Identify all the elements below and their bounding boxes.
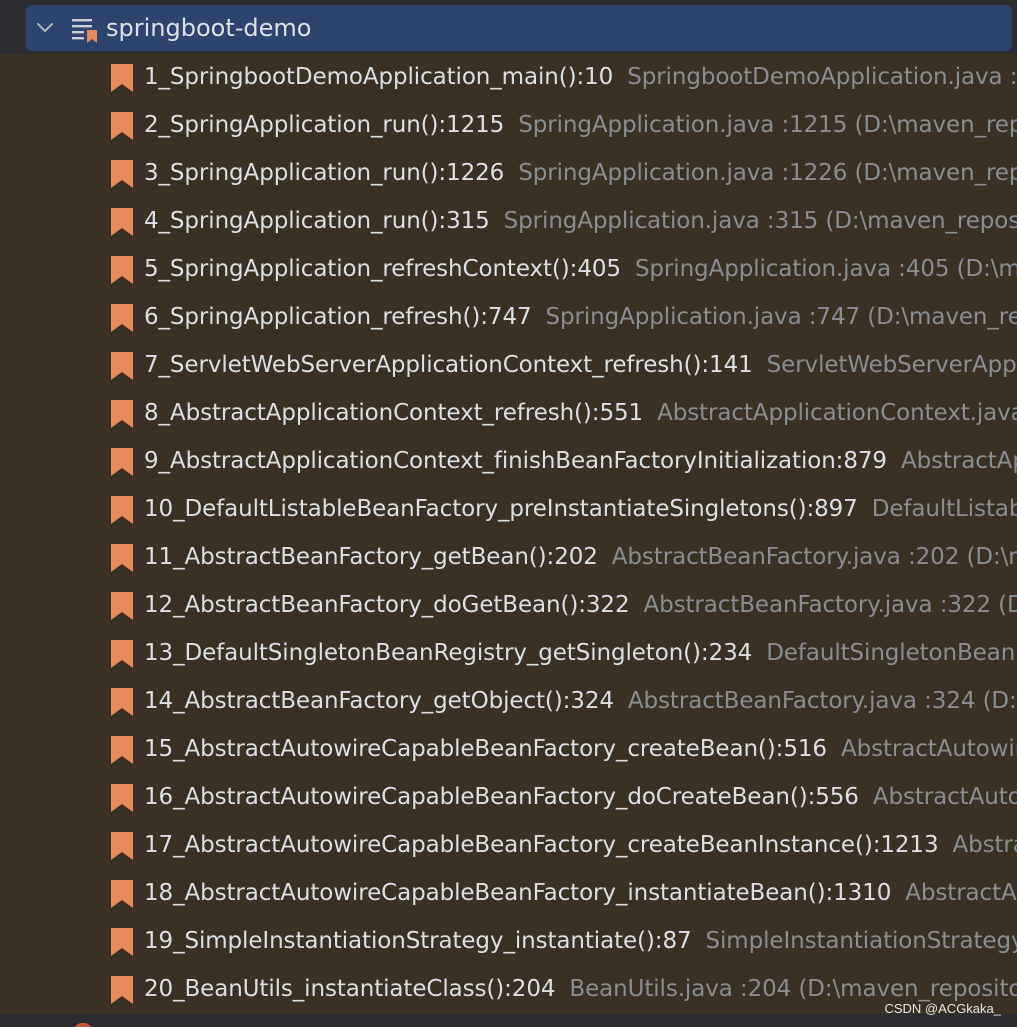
bookmark-group-header[interactable]: springboot-demo [26,5,1012,51]
bookmark-list-icon [72,19,97,43]
bookmark-icon [111,256,133,284]
bookmark-name: 15_AbstractAutowireCapableBeanFactory_cr… [144,736,827,762]
bookmark-row[interactable]: 2_SpringApplication_run():1215 SpringAppl… [0,102,1017,150]
bookmark-row[interactable]: 15_AbstractAutowireCapableBeanFactory_cr… [0,726,1017,774]
bookmark-location: SimpleInstantiationStrategy. [705,928,1017,954]
bookmark-icon [111,304,133,332]
bookmark-row[interactable]: 14_AbstractBeanFactory_getObject():324 Ab… [0,678,1017,726]
bookmark-name: 9_AbstractApplicationContext_finishBeanF… [144,448,887,474]
bookmark-name: 16_AbstractAutowireCapableBeanFactory_do… [144,784,859,810]
bookmark-name: 8_AbstractApplicationContext_refresh():5… [144,400,644,426]
bookmark-name: 7_ServletWebServerApplicationContext_ref… [144,352,753,378]
bookmark-icon [111,832,133,860]
bookmark-location: AbstractAp [900,448,1017,474]
bookmark-location: SpringApplication.java :747 (D:\maven_re [545,304,1017,330]
bookmark-location: SpringApplication.java :315 (D:\maven_re… [503,208,1017,234]
bookmark-row[interactable]: 3_SpringApplication_run():1226 SpringAppl… [0,150,1017,198]
bookmark-location: SpringApplication.java :405 (D:\m [634,256,1017,282]
bookmark-location: AbstractAu [905,880,1017,906]
bookmark-row[interactable]: 16_AbstractAutowireCapableBeanFactory_do… [0,774,1017,822]
bookmark-icon [111,160,133,188]
bookmark-icon [111,640,133,668]
bookmark-row[interactable]: 6_SpringApplication_refresh():747 SpringA… [0,294,1017,342]
bookmark-name: 6_SpringApplication_refresh():747 [144,304,532,330]
bookmark-row[interactable]: 12_AbstractBeanFactory_doGetBean():322 Ab… [0,582,1017,630]
bookmark-icon [111,64,133,92]
bookmark-icon [111,592,133,620]
bookmark-location: AbstractApplicationContext.java [657,400,1017,426]
bookmark-row[interactable]: 19_SimpleInstantiationStrategy_instantia… [0,918,1017,966]
bookmark-group-title: springboot-demo [106,14,312,42]
bookmark-row[interactable]: 17_AbstractAutowireCapableBeanFactory_cr… [0,822,1017,870]
bookmark-icon [111,880,133,908]
bookmark-icon [111,208,133,236]
bookmark-row[interactable]: 18_AbstractAutowireCapableBeanFactory_in… [0,870,1017,918]
bookmark-icon [111,688,133,716]
bookmark-icon [111,448,133,476]
bookmark-icon [111,976,133,1004]
bookmark-location: AbstractBeanFactory.java :322 (D [643,592,1017,618]
bookmark-location: BeanUtils.java :204 (D:\maven_repositor [569,976,1017,1002]
bookmark-location: SpringbootDemoApplication.java : [627,64,1017,90]
bookmark-name: 1_SpringbootDemoApplication_main():10 [144,64,614,90]
bookmark-row[interactable]: 9_AbstractApplicationContext_finishBeanF… [0,438,1017,486]
bookmark-location: DefaultSingletonBeanF [766,640,1017,666]
bookmark-icon [111,544,133,572]
bookmark-icon [111,784,133,812]
bottom-strip [0,1014,1017,1027]
bookmark-row[interactable]: 5_SpringApplication_refreshContext():405… [0,246,1017,294]
bookmark-icon [111,400,133,428]
bookmark-name: 4_SpringApplication_run():315 [144,208,490,234]
bookmark-name: 12_AbstractBeanFactory_doGetBean():322 [144,592,630,618]
bookmark-name: 11_AbstractBeanFactory_getBean():202 [144,544,598,570]
bookmark-location: DefaultListabl [871,496,1017,522]
bookmark-name: 19_SimpleInstantiationStrategy_instantia… [144,928,692,954]
bookmark-name: 3_SpringApplication_run():1226 [144,160,505,186]
bookmark-name: 14_AbstractBeanFactory_getObject():324 [144,688,614,714]
bookmark-row[interactable]: 10_DefaultListableBeanFactory_preInstant… [0,486,1017,534]
bookmark-row[interactable]: 20_BeanUtils_instantiateClass():204 BeanU… [0,966,1017,1014]
bookmark-name: 18_AbstractAutowireCapableBeanFactory_in… [144,880,892,906]
bookmark-name: 5_SpringApplication_refreshContext():405 [144,256,621,282]
bookmark-name: 2_SpringApplication_run():1215 [144,112,505,138]
bookmark-list: 1_SpringbootDemoApplication_main():10 Spr… [0,54,1017,1014]
watermark: CSDN @ACGkaka_ [884,1001,1001,1016]
chevron-down-icon[interactable] [34,15,56,39]
bookmark-icon [111,928,133,956]
bookmarks-panel: springboot-demo 1_SpringbootDemoApplicat… [0,0,1017,1027]
bookmark-name: 10_DefaultListableBeanFactory_preInstant… [144,496,858,522]
bookmark-location: AbstractAuto [872,784,1017,810]
bookmark-row[interactable]: 11_AbstractBeanFactory_getBean():202 Abst… [0,534,1017,582]
bookmark-row[interactable]: 4_SpringApplication_run():315 SpringAppli… [0,198,1017,246]
bookmark-row[interactable]: 1_SpringbootDemoApplication_main():10 Spr… [0,54,1017,102]
bookmark-location: SpringApplication.java :1226 (D:\maven_r… [518,160,1017,186]
bookmark-icon [111,112,133,140]
bookmark-name: 20_BeanUtils_instantiateClass():204 [144,976,556,1002]
bookmark-name: 17_AbstractAutowireCapableBeanFactory_cr… [144,832,939,858]
bookmark-icon [111,352,133,380]
bookmark-location: ServletWebServerAppl [766,352,1017,378]
bookmark-location: AbstractBeanFactory.java :324 (D:\ [627,688,1017,714]
bookmark-location: Abstra [952,832,1017,858]
bookmark-location: SpringApplication.java :1215 (D:\maven_r… [518,112,1017,138]
bookmark-icon [111,736,133,764]
bookmark-name: 13_DefaultSingletonBeanRegistry_getSingl… [144,640,753,666]
bookmark-row[interactable]: 13_DefaultSingletonBeanRegistry_getSingl… [0,630,1017,678]
bookmark-row[interactable]: 7_ServletWebServerApplicationContext_ref… [0,342,1017,390]
bookmark-row[interactable]: 8_AbstractApplicationContext_refresh():5… [0,390,1017,438]
bookmark-location: AbstractBeanFactory.java :202 (D:\m [611,544,1017,570]
bookmark-icon [111,496,133,524]
bookmark-location: AbstractAutowir [840,736,1017,762]
